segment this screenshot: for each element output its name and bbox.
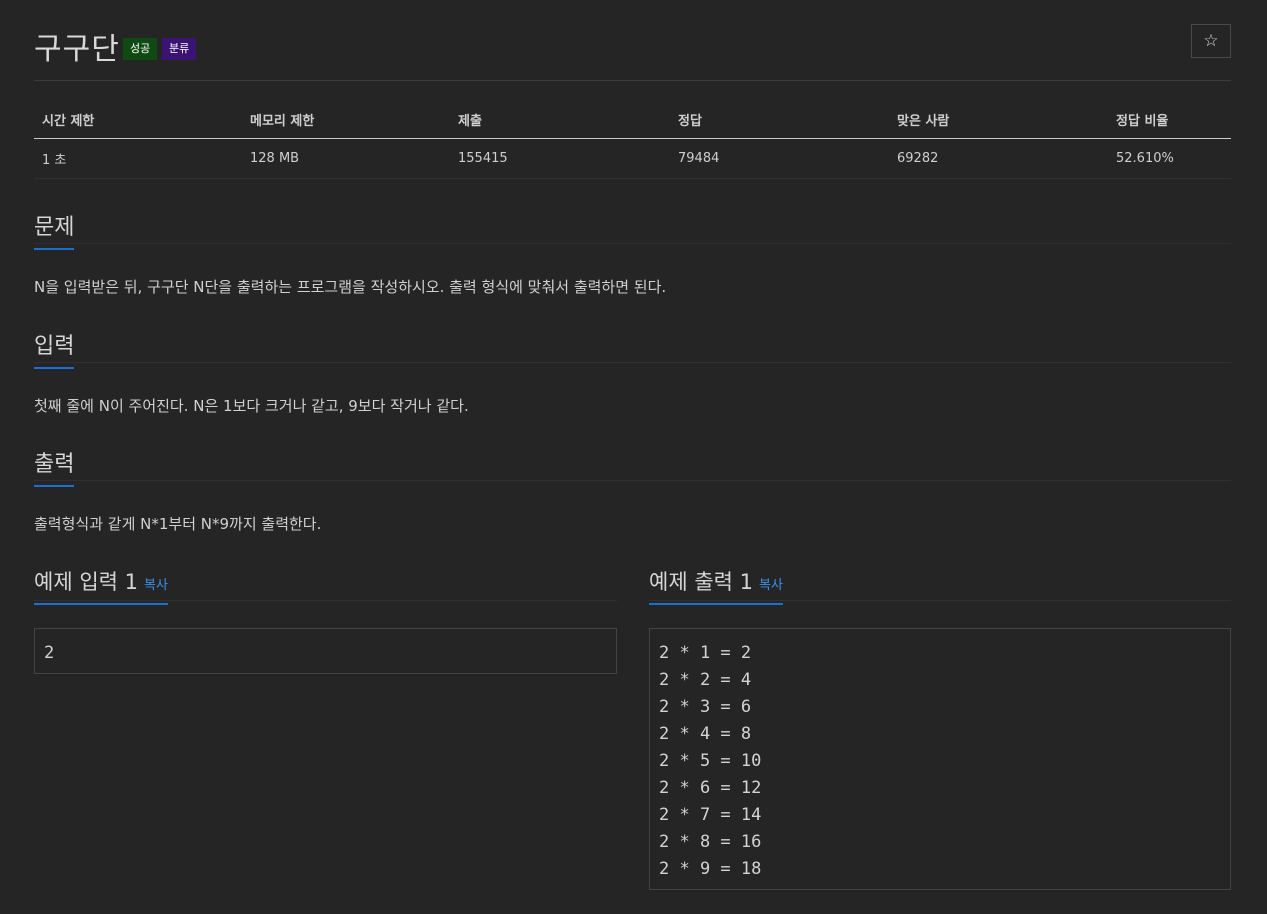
description-text: N을 입력받은 뒤, 구구단 N단을 출력하는 프로그램을 작성하시오. 출력 … xyxy=(34,278,667,296)
description-section-header: 문제 xyxy=(34,209,1231,250)
info-header-row: 시간 제한 메모리 제한 제출 정답 맞은 사람 정답 비율 xyxy=(34,100,1231,139)
sample-input-header: 예제 입력 1 복사 xyxy=(34,566,617,605)
star-icon: ☆ xyxy=(1203,31,1219,51)
sample-output-title: 예제 출력 1 xyxy=(649,570,753,594)
value-solved-users: 69282 xyxy=(889,138,1108,179)
copy-output-button[interactable]: 복사 xyxy=(759,578,783,593)
value-time-limit: 1 초 xyxy=(34,138,242,179)
value-submissions: 155415 xyxy=(450,138,670,179)
input-section-header: 입력 xyxy=(34,328,1231,369)
sample-input-box[interactable]: 2 xyxy=(34,628,617,674)
value-accepted: 79484 xyxy=(670,138,889,179)
sample-output-box[interactable]: 2 * 1 = 2 2 * 2 = 4 2 * 3 = 6 2 * 4 = 8 … xyxy=(649,628,1231,890)
sample-output-header: 예제 출력 1 복사 xyxy=(649,566,1231,605)
value-accept-ratio: 52.610% xyxy=(1108,138,1231,179)
header-accept-ratio: 정답 비율 xyxy=(1108,100,1231,139)
sample-input-title: 예제 입력 1 xyxy=(34,570,138,594)
header-submissions: 제출 xyxy=(450,100,670,139)
copy-input-button[interactable]: 복사 xyxy=(144,578,168,593)
header-time-limit: 시간 제한 xyxy=(34,100,242,139)
description-heading: 문제 xyxy=(34,209,75,250)
output-section-header: 출력 xyxy=(34,446,1231,487)
output-heading: 출력 xyxy=(34,446,75,487)
sample-input-heading: 예제 입력 1 복사 xyxy=(34,566,168,605)
info-value-row: 1 초 128 MB 155415 79484 69282 52.610% xyxy=(34,138,1231,179)
header-memory-limit: 메모리 제한 xyxy=(242,100,450,139)
favorite-button[interactable]: ☆ xyxy=(1191,24,1231,58)
output-text: 출력형식과 같게 N*1부터 N*9까지 출력한다. xyxy=(34,515,322,533)
input-heading: 입력 xyxy=(34,328,75,369)
title-row: 구구단 성공 분류 ☆ xyxy=(34,18,1231,81)
category-badge[interactable]: 분류 xyxy=(162,38,197,60)
header-accepted: 정답 xyxy=(670,100,889,139)
sample-output-heading: 예제 출력 1 복사 xyxy=(649,566,783,605)
success-badge[interactable]: 성공 xyxy=(123,38,158,60)
problem-page: 구구단 성공 분류 ☆ 시간 제한 메모리 제한 제출 정답 맞은 사람 정답 … xyxy=(0,0,1267,914)
problem-info-table: 시간 제한 메모리 제한 제출 정답 맞은 사람 정답 비율 1 초 128 M… xyxy=(34,100,1231,179)
header-solved-users: 맞은 사람 xyxy=(889,100,1108,139)
value-memory-limit: 128 MB xyxy=(242,138,450,179)
input-text: 첫째 줄에 N이 주어진다. N은 1보다 크거나 같고, 9보다 작거나 같다… xyxy=(34,397,469,415)
problem-title: 구구단 xyxy=(34,32,120,67)
